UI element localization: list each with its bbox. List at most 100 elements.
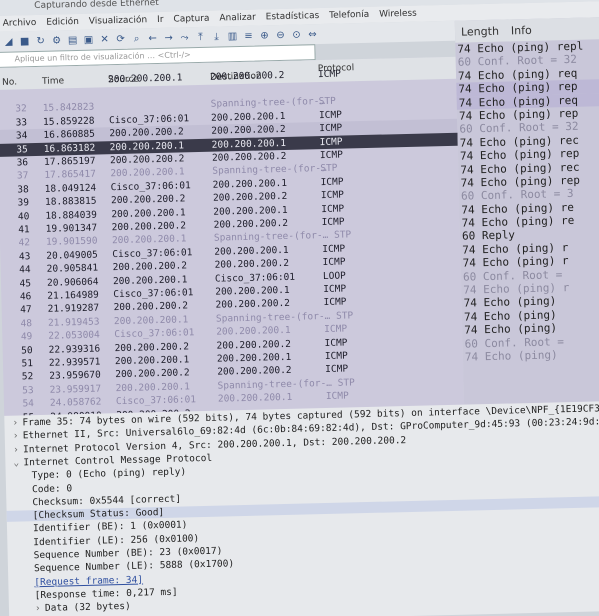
menu-item[interactable]: Wireless — [379, 9, 417, 20]
search-icon[interactable]: ⌕ — [131, 33, 142, 44]
detail-field[interactable]: Sequence Number (LE): 5888 (0x1700) — [34, 559, 234, 575]
packet-destination: Spanning-tree-(for-… — [210, 96, 326, 111]
detail-field[interactable]: Type: 0 (Echo (ping) reply) — [32, 467, 187, 482]
detail-field[interactable]: Checksum: 0x5544 [correct] — [32, 493, 181, 508]
packet-time: 22.053004 — [48, 329, 100, 342]
detail-text: [Checksum Status: Good] — [32, 507, 165, 522]
collapsed-arrow-icon[interactable]: › — [12, 417, 22, 429]
detail-field[interactable]: › Data (32 bytes) — [35, 601, 131, 614]
packet-no: 32 — [15, 103, 27, 115]
save-icon[interactable]: ▣ — [83, 34, 94, 45]
packet-destination: 200.200.200.2 — [217, 365, 292, 379]
detail-field[interactable]: Identifier (LE): 256 (0x0100) — [33, 533, 199, 548]
packet-source: 200.200.200.1 — [113, 314, 189, 327]
menu-item[interactable]: Visualización — [89, 15, 148, 26]
packet-no: 52 — [21, 371, 34, 383]
packet-destination: 200.200.200.2 — [211, 124, 286, 137]
packet-no: 53 — [22, 384, 34, 397]
detail-text: Data (32 bytes) — [44, 601, 131, 615]
menu-item[interactable]: Edición — [46, 17, 79, 28]
packet-no: 47 — [20, 304, 32, 316]
packet-time: 18.049124 — [44, 182, 97, 195]
packet-protocol: ICMP — [322, 243, 346, 255]
packet-time: 20.906064 — [46, 276, 99, 289]
packet-destination: 200.200.200.1 — [210, 110, 286, 124]
settings-icon[interactable]: ⚙ — [51, 35, 62, 46]
collapsed-arrow-icon[interactable]: › — [13, 444, 23, 455]
packet-source: 200.200.200.1 — [111, 206, 186, 220]
top-icon[interactable]: ⤒ — [195, 31, 206, 42]
menu-item[interactable]: Analizar — [219, 13, 256, 24]
menu-item[interactable]: Estadísticas — [266, 11, 320, 22]
detail-field[interactable]: [Response time: 0,217 ms] — [35, 587, 178, 601]
packet-no: 45 — [19, 277, 32, 290]
bottom-icon[interactable]: ⤓ — [211, 31, 222, 42]
packet-protocol: ICMP — [317, 68, 342, 81]
back-icon[interactable]: ← — [147, 33, 158, 44]
packet-destination: 200.200.200.1 — [211, 137, 287, 151]
autoscroll-icon[interactable]: ≡ — [243, 30, 254, 41]
detail-field[interactable]: Code: 0 — [32, 483, 72, 495]
packet-list[interactable]: No. Time Source Destination Protocol 200… — [0, 56, 465, 423]
zoom-reset-icon[interactable]: ⊙ — [291, 29, 302, 40]
packet-protocol: LOOP — [322, 270, 346, 282]
packet-destination: 200.200.200.1 — [217, 392, 293, 405]
packet-source: 200.200.200.2 — [112, 260, 188, 274]
restart-icon[interactable]: ↻ — [35, 35, 46, 46]
stop-icon[interactable]: ■ — [19, 36, 30, 47]
expanded-arrow-icon[interactable]: ⌄ — [13, 457, 23, 468]
packet-protocol: ICMP — [323, 296, 347, 309]
packet-time: 15.842823 — [42, 101, 95, 115]
packet-source: 200.200.200.2 — [111, 220, 187, 234]
menu-item[interactable]: Archivo — [3, 18, 37, 29]
open-icon[interactable]: ▤ — [67, 34, 78, 45]
packet-time: 21.164989 — [47, 289, 99, 302]
filter-placeholder: Aplique un filtro de visualización … <Ct… — [14, 50, 191, 64]
shark-fin-icon[interactable]: ◢ — [3, 36, 14, 47]
menu-item[interactable]: Ir — [157, 15, 164, 25]
packet-source: Cisco_37:06:01 — [113, 287, 194, 301]
packet-no: 36 — [16, 157, 29, 169]
detail-text: Sequence Number (LE): 5888 (0x1700) — [33, 558, 235, 575]
detail-field[interactable]: Identifier (BE): 1 (0x0001) — [33, 520, 188, 535]
zoom-out-icon[interactable]: ⊖ — [275, 29, 286, 40]
packet-protocol: STP — [320, 163, 338, 175]
packet-no: 41 — [18, 224, 30, 236]
detail-field[interactable]: [Request frame: 34] — [34, 574, 143, 588]
colorize-icon[interactable]: ▥ — [227, 31, 238, 42]
packet-protocol: ICMP — [324, 337, 348, 349]
menu-item[interactable]: Captura — [173, 14, 209, 25]
column-length[interactable]: Length — [461, 24, 499, 38]
packet-source: 200.200.200.2 — [109, 126, 184, 140]
packet-time: 20.905841 — [46, 262, 99, 275]
zoom-in-icon[interactable]: ⊕ — [259, 30, 270, 41]
packet-destination: 200.200.200.2 — [216, 338, 292, 352]
packet-destination: Cisco_37:06:01 — [214, 271, 296, 285]
packet-time: 17.865417 — [44, 168, 97, 182]
packet-no: 50 — [21, 344, 33, 357]
jump-icon[interactable]: ⤳ — [179, 32, 190, 43]
packet-destination: 200.200.200.2 — [214, 258, 290, 271]
packet-protocol: ICMP — [324, 323, 348, 336]
collapsed-arrow-icon[interactable]: › — [35, 603, 45, 614]
packet-source: 200.200.200.2 — [110, 193, 186, 207]
packet-protocol: ICMP — [323, 283, 347, 296]
packet-no: 35 — [16, 143, 28, 156]
packet-destination: 200.200.200.2 — [215, 298, 291, 312]
packet-protocol: ICMP — [322, 256, 346, 269]
collapsed-arrow-icon[interactable]: › — [13, 431, 23, 442]
resize-icon[interactable]: ⇔ — [307, 29, 318, 40]
packet-source: 200.200.200.1 — [107, 72, 183, 86]
packet-details-pane[interactable]: › Frame 35: 74 bytes on wire (592 bits), … — [4, 400, 599, 616]
detail-text: [Request frame: 34] — [34, 574, 144, 588]
forward-icon[interactable]: → — [163, 32, 174, 43]
reload-icon[interactable]: ⟳ — [115, 33, 126, 44]
packet-destination: 200.200.200.1 — [213, 204, 288, 218]
packet-source: 200.200.200.2 — [115, 367, 190, 381]
packet-source: 200.200.200.2 — [113, 300, 189, 314]
column-info[interactable]: Info — [511, 23, 532, 37]
menu-item[interactable]: Telefonía — [329, 10, 369, 21]
packet-source: 200.200.200.2 — [109, 153, 185, 167]
packet-source: 200.200.200.1 — [112, 273, 188, 287]
close-icon[interactable]: ✕ — [99, 34, 110, 45]
